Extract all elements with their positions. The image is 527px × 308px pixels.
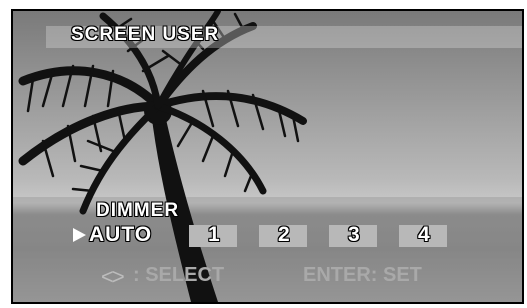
dimmer-option-label: 3 xyxy=(348,223,361,246)
dimmer-options: AUTO 1 2 3 4 xyxy=(69,223,509,249)
menu-title: SCREEN USER xyxy=(71,24,220,45)
palm-tree-background xyxy=(13,11,522,302)
dimmer-option-label: AUTO xyxy=(89,223,153,246)
arrow-keys-hint: <> xyxy=(101,264,125,289)
select-hint: : SELECT xyxy=(133,264,225,286)
dimmer-option-label: 4 xyxy=(418,223,431,246)
right-triangle-icon xyxy=(73,228,86,242)
dimmer-option-label: 2 xyxy=(278,223,291,246)
dimmer-label: DIMMER xyxy=(96,200,180,221)
dimmer-option-label: 1 xyxy=(208,223,221,246)
enter-set-hint: ENTER: SET xyxy=(303,264,422,286)
monitor-screen: SCREEN USER DIMMER AUTO 1 2 3 4 <> : SEL… xyxy=(11,9,524,304)
